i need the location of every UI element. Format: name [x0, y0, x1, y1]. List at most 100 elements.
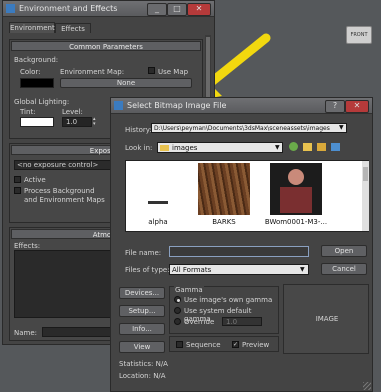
- viewcube-label: FRONT: [350, 32, 368, 38]
- image-preview-box: IMAGE: [283, 284, 369, 354]
- statistics-text: Statistics: N/A: [119, 360, 168, 368]
- select-bitmap-dialog: Select Bitmap Image File ? ✕ History: D:…: [110, 97, 373, 392]
- close-button[interactable]: ✕: [187, 3, 211, 16]
- folder-icon: [160, 145, 169, 151]
- env-titlebar: Environment and Effects _ □ ✕: [3, 1, 214, 17]
- file-list-scrollbar[interactable]: [362, 161, 369, 231]
- bitmap-app-icon: [114, 101, 123, 110]
- tab-effects[interactable]: Effects: [55, 23, 91, 33]
- gamma-own-radio[interactable]: [174, 296, 181, 303]
- tab-environment[interactable]: Environment: [9, 22, 55, 33]
- bwom-thumb-body: [280, 187, 312, 213]
- sequence-label: Sequence: [186, 341, 221, 349]
- gamma-label: Gamma: [174, 286, 204, 294]
- active-label: Active: [24, 176, 46, 184]
- env-window-title: Environment and Effects: [19, 4, 118, 13]
- history-label: History:: [125, 126, 152, 134]
- background-color-swatch[interactable]: [20, 78, 54, 88]
- bwom-thumbnail: [270, 163, 322, 215]
- level-spinner-arrows-icon[interactable]: ▴ ▾: [93, 117, 98, 127]
- common-params-header[interactable]: Common Parameters: [11, 41, 201, 51]
- env-map-label: Environment Map:: [60, 68, 125, 76]
- bitmap-dialog-title: Select Bitmap Image File: [127, 101, 227, 110]
- use-map-label: Use Map: [158, 68, 189, 76]
- bitmap-close-button[interactable]: ✕: [345, 100, 369, 113]
- gamma-group: Gamma Use image's own gamma Use system d…: [169, 286, 279, 334]
- minimize-button[interactable]: _: [147, 3, 167, 16]
- tint-color-swatch[interactable]: [20, 117, 54, 127]
- tint-label: Tint:: [20, 108, 36, 116]
- process-background-label: Process Background: [24, 187, 95, 195]
- level-label: Level:: [62, 108, 83, 116]
- bitmap-titlebar: Select Bitmap Image File ? ✕: [111, 98, 372, 114]
- effects-list[interactable]: [14, 250, 112, 318]
- file-name-alpha: alpha: [148, 218, 168, 226]
- viewcube[interactable]: FRONT: [346, 22, 372, 50]
- global-lighting-label: Global Lighting:: [14, 98, 70, 106]
- file-list[interactable]: alpha BARKS BWom0001-M3-...: [125, 160, 369, 232]
- files-of-type-label: Files of type:: [125, 266, 170, 274]
- back-icon[interactable]: [289, 142, 298, 151]
- active-checkbox[interactable]: [14, 176, 21, 183]
- up-folder-icon[interactable]: [303, 143, 312, 151]
- none-map-button[interactable]: None: [60, 78, 192, 88]
- file-name-label: File name:: [125, 249, 162, 257]
- use-map-checkbox[interactable]: [148, 67, 155, 74]
- alpha-thumbnail: [134, 165, 182, 215]
- setup-button[interactable]: Setup...: [119, 305, 165, 317]
- gamma-override-value: 1.0: [226, 318, 238, 326]
- file-name-input[interactable]: [169, 246, 309, 257]
- tab-effects-label: Effects: [61, 25, 85, 33]
- files-of-type-dropdown[interactable]: All Formats ▼: [169, 264, 309, 275]
- color-label: Color:: [20, 68, 41, 76]
- history-value: D:\Users\peyman\Documents\3dsMax\sceneas…: [154, 125, 330, 132]
- gamma-override-radio[interactable]: [174, 318, 181, 325]
- effects-label: Effects:: [14, 242, 41, 250]
- alpha-thumb-stroke: [148, 201, 168, 204]
- file-name-barks: BARKS: [212, 218, 236, 226]
- barks-thumbnail: [198, 163, 250, 215]
- lookin-label-text: Look in:: [125, 144, 153, 152]
- lookin-label: Look in:: [125, 144, 152, 152]
- files-of-type-arrow-icon[interactable]: ▼: [300, 265, 305, 275]
- gamma-override-field[interactable]: 1.0: [222, 317, 262, 326]
- image-preview-label: IMAGE: [315, 315, 339, 323]
- file-item-barks[interactable]: BARKS: [192, 163, 256, 229]
- file-list-scroll-thumb[interactable]: [363, 167, 368, 181]
- new-folder-icon[interactable]: [317, 143, 326, 151]
- name-label: Name:: [14, 329, 38, 337]
- history-dropdown[interactable]: D:\Users\peyman\Documents\3dsMax\sceneas…: [151, 123, 347, 133]
- exposure-dropdown[interactable]: <no exposure control>: [14, 160, 114, 170]
- sequence-preview-group: Sequence ✓ Preview: [169, 336, 279, 352]
- background-label: Background:: [14, 56, 59, 64]
- view-button[interactable]: View: [119, 341, 165, 353]
- view-menu-icon[interactable]: [331, 143, 340, 151]
- sequence-checkbox[interactable]: [176, 341, 183, 348]
- exposure-dropdown-value: <no exposure control>: [17, 161, 99, 169]
- gamma-system-radio[interactable]: [174, 307, 181, 314]
- open-button[interactable]: Open: [321, 245, 367, 257]
- devices-button[interactable]: Devices...: [119, 287, 165, 299]
- history-dropdown-arrow-icon[interactable]: ▼: [339, 123, 347, 133]
- maximize-button[interactable]: □: [167, 3, 187, 16]
- lookin-value: images: [172, 144, 198, 152]
- file-item-alpha[interactable]: alpha: [128, 163, 188, 229]
- bitmap-help-button[interactable]: ?: [325, 100, 345, 113]
- preview-label: Preview: [242, 341, 270, 349]
- bwom-thumb-head: [288, 169, 304, 185]
- file-item-bwom[interactable]: BWom0001-M3-...: [258, 163, 334, 229]
- process-env-maps-label: and Environment Maps: [24, 196, 105, 204]
- name-field[interactable]: [42, 327, 112, 337]
- process-background-checkbox[interactable]: [14, 187, 21, 194]
- lookin-arrow-icon[interactable]: ▼: [275, 143, 280, 153]
- preview-checkbox[interactable]: ✓: [232, 341, 239, 348]
- lookin-dropdown[interactable]: images ▼: [157, 142, 283, 153]
- cancel-button[interactable]: Cancel: [321, 263, 367, 275]
- level-value: 1.0: [66, 118, 78, 126]
- tab-environment-label: Environment: [10, 24, 55, 32]
- files-of-type-value: All Formats: [172, 266, 212, 274]
- level-spinner[interactable]: 1.0: [62, 117, 92, 127]
- gamma-override-label: Override: [184, 318, 215, 326]
- resize-grip-icon[interactable]: [363, 382, 371, 390]
- info-button[interactable]: Info...: [119, 323, 165, 335]
